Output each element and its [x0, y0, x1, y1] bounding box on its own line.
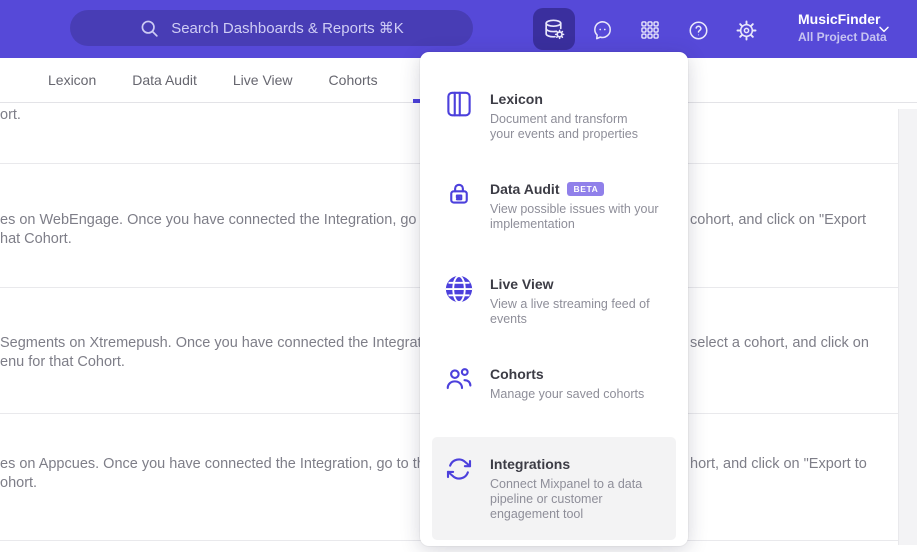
chat-bubble-icon [593, 20, 611, 39]
menu-item-lexicon[interactable]: Lexicon Document and transform your even… [432, 72, 676, 160]
bg-row-text: ort. [0, 107, 21, 123]
bg-row-text: select a cohort, and click on [690, 335, 869, 351]
menu-item-title: Cohorts [490, 366, 544, 382]
bg-row-text: es on WebEngage. Once you have connected… [0, 212, 457, 228]
bg-row-text: es on Appcues. Once you have connected t… [0, 456, 449, 472]
bg-row-text: enu for that Cohort. [0, 354, 125, 370]
project-name: MusicFinder [798, 11, 881, 27]
project-switcher-chevron[interactable] [876, 21, 892, 42]
project-scope: All Project Data [798, 30, 887, 44]
tab-live-view[interactable]: Live View [233, 72, 293, 88]
apps-grid-button[interactable] [630, 10, 670, 50]
bg-row-text: cohort, and click on "Export [690, 212, 867, 228]
feedback-button[interactable] [582, 10, 622, 50]
bg-row-text: Segments on Xtremepush. Once you have co… [0, 335, 445, 351]
search-icon [141, 20, 158, 37]
menu-item-title: Lexicon [490, 91, 543, 107]
live-view-globe-icon [445, 275, 473, 303]
bg-row-text: ohort. [0, 475, 38, 491]
bg-row-text: hat Cohort. [0, 231, 72, 247]
menu-item-description: View a live streaming feed of events [490, 297, 650, 326]
bg-row-text: hort, and click on "Export to [690, 456, 867, 472]
tab-cohorts[interactable]: Cohorts [329, 72, 378, 88]
menu-item-live-view[interactable]: Live View View a live streaming feed of … [432, 257, 676, 345]
tab-data-audit[interactable]: Data Audit [132, 72, 197, 88]
chevron-down-icon [879, 26, 889, 33]
menu-item-description: View possible issues with your implement… [490, 202, 659, 231]
project-switcher[interactable]: MusicFinder All Project Data [798, 11, 887, 45]
settings-button[interactable] [726, 10, 766, 50]
data-audit-lock-icon [450, 183, 468, 204]
gear-icon [736, 20, 756, 40]
top-header: Search Dashboards & Reports ⌘K MusicFind… [0, 0, 917, 58]
menu-item-integrations[interactable]: Integrations Connect Mixpanel to a data … [432, 437, 676, 540]
menu-item-title: Integrations [490, 456, 571, 472]
data-management-button[interactable] [533, 8, 575, 50]
grid-icon [641, 21, 659, 39]
cohorts-people-icon [446, 368, 472, 390]
search-input[interactable]: Search Dashboards & Reports ⌘K [70, 10, 473, 46]
menu-item-data-audit[interactable]: Data Audit BETA View possible issues wit… [432, 162, 676, 250]
menu-item-description: Document and transform your events and p… [490, 112, 639, 141]
menu-item-title: Live View [490, 276, 554, 292]
menu-item-description: Connect Mixpanel to a data pipeline or c… [490, 477, 643, 521]
app-window: ort. es on WebEngage. Once you have conn… [0, 0, 917, 552]
data-management-dropdown: Lexicon Document and transform your even… [420, 52, 688, 546]
database-gear-icon [544, 19, 564, 39]
tab-lexicon[interactable]: Lexicon [48, 72, 96, 88]
integrations-sync-icon [446, 458, 472, 480]
menu-item-description: Manage your saved cohorts [490, 387, 645, 401]
page-right-margin [898, 109, 917, 545]
search-placeholder: Search Dashboards & Reports ⌘K [171, 20, 404, 37]
help-button[interactable] [678, 10, 718, 50]
menu-item-title: Data Audit [490, 181, 560, 197]
beta-badge: BETA [567, 182, 605, 196]
menu-item-cohorts[interactable]: Cohorts Manage your saved cohorts [432, 347, 676, 420]
lexicon-book-icon [447, 91, 471, 117]
help-icon [688, 20, 708, 40]
